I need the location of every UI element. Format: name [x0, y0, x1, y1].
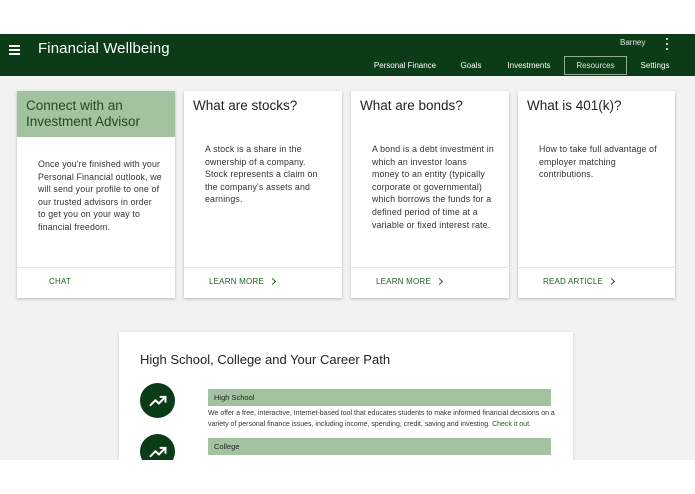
- chevron-right-icon: [608, 277, 616, 286]
- read-article-label: READ ARTICLE: [543, 277, 604, 286]
- nav-goals[interactable]: Goals: [455, 56, 487, 75]
- card-title: What are bonds?: [360, 98, 463, 113]
- nav-settings[interactable]: Settings: [636, 56, 674, 75]
- card-divider: [17, 267, 175, 268]
- card-divider: [518, 267, 675, 268]
- chat-button[interactable]: CHAT: [49, 277, 71, 286]
- high-school-bar[interactable]: High School: [208, 389, 551, 406]
- nav-investments[interactable]: Investments: [503, 56, 555, 75]
- card-body: A bond is a debt investment in which an …: [372, 144, 494, 230]
- card-stocks: What are stocks? A stock is a share in t…: [184, 91, 342, 298]
- card-title: Connect with an Investment Advisor: [17, 91, 175, 137]
- card-title: What are stocks?: [193, 98, 298, 113]
- user-name[interactable]: Barney: [620, 38, 645, 47]
- card-investment-advisor: Connect with an Investment Advisor Once …: [17, 91, 175, 298]
- college-bar[interactable]: College: [208, 438, 551, 455]
- chevron-right-icon: [435, 277, 443, 286]
- read-article-button[interactable]: READ ARTICLE: [543, 277, 616, 286]
- card-bonds: What are bonds? A bond is a debt investm…: [351, 91, 509, 298]
- card-body: A stock is a share in the ownership of a…: [205, 144, 318, 205]
- chat-button-label: CHAT: [49, 277, 71, 286]
- trending-up-icon: [140, 434, 175, 460]
- learn-more-label: LEARN MORE: [376, 277, 431, 286]
- card-body: How to take full advantage of employer m…: [539, 144, 657, 180]
- kebab-menu-icon[interactable]: [664, 38, 670, 50]
- nav-personal-finance[interactable]: Personal Finance: [371, 56, 439, 75]
- nav-resources[interactable]: Resources: [564, 56, 627, 75]
- learn-more-bonds-button[interactable]: LEARN MORE: [376, 277, 443, 286]
- main-nav: Personal Finance Goals Investments Resou…: [0, 54, 695, 76]
- top-app-bar: Financial Wellbeing Barney Personal Fina…: [0, 34, 695, 76]
- app-frame: Financial Wellbeing Barney Personal Fina…: [0, 34, 695, 460]
- learn-more-label: LEARN MORE: [209, 277, 264, 286]
- card-divider: [184, 267, 342, 268]
- career-path-section: High School, College and Your Career Pat…: [119, 332, 573, 460]
- learn-more-stocks-button[interactable]: LEARN MORE: [209, 277, 276, 286]
- high-school-description: We offer a free, interactive, Internet-b…: [208, 409, 558, 430]
- section-title: High School, College and Your Career Pat…: [140, 352, 391, 367]
- check-it-out-link[interactable]: Check it out.: [492, 421, 531, 428]
- card-divider: [351, 267, 509, 268]
- trending-up-icon: [140, 383, 175, 418]
- card-401k: What is 401(k)? How to take full advanta…: [518, 91, 675, 298]
- chevron-right-icon: [268, 277, 276, 286]
- card-title: What is 401(k)?: [527, 98, 622, 113]
- card-body: Once you're finished with your Personal …: [38, 159, 162, 232]
